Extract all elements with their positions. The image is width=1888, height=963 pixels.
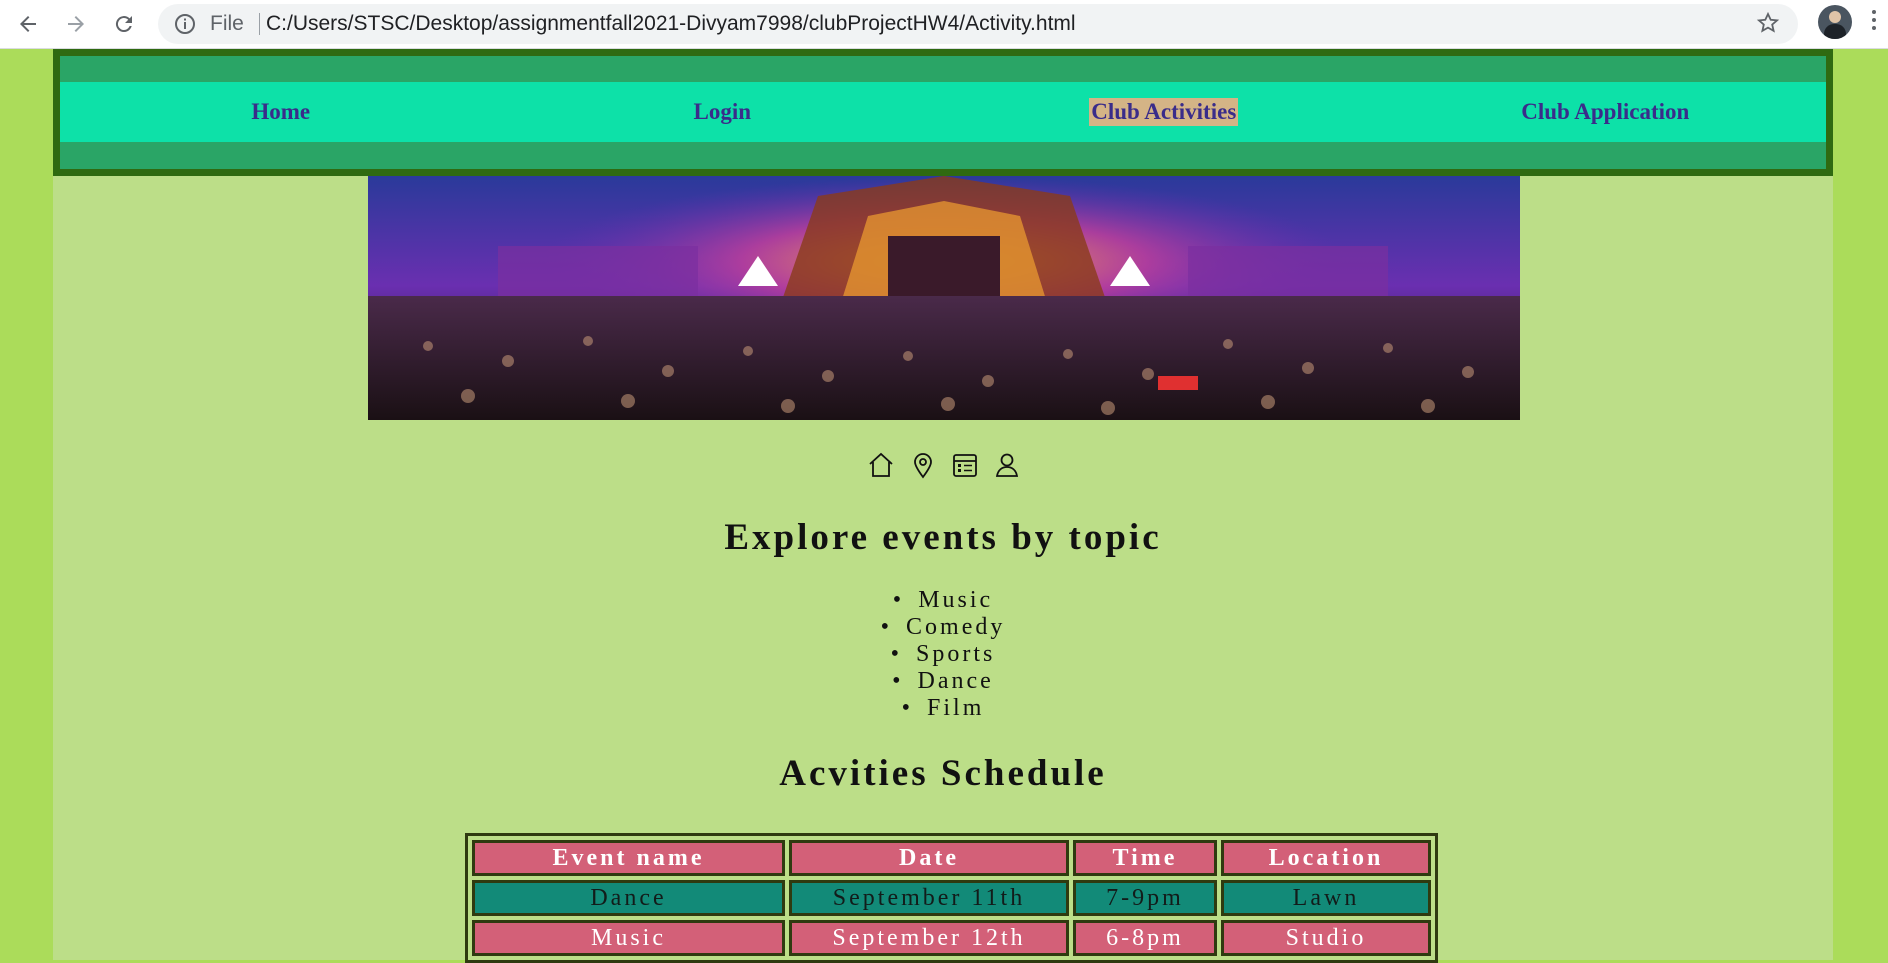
profile-avatar[interactable] — [1818, 5, 1852, 39]
site-header: Home Login Club Activities Club Applicat… — [53, 49, 1833, 176]
user-icon[interactable] — [992, 450, 1022, 480]
table-cell: Dance — [472, 880, 785, 916]
nav-login[interactable]: Login — [502, 82, 944, 142]
table-cell: Music — [472, 920, 785, 956]
table-cell: 6-8pm — [1073, 920, 1217, 956]
table-header-row: Event name Date Time Location — [472, 840, 1431, 876]
home-icon[interactable] — [866, 450, 896, 480]
topics-heading: Explore events by topic — [724, 517, 1162, 558]
bookmark-star-icon[interactable] — [1756, 11, 1780, 41]
table-cell: Studio — [1221, 920, 1431, 956]
browser-toolbar: File C:/Users/STSC/Desktop/assignmentfal… — [0, 0, 1888, 49]
address-bar[interactable]: File C:/Users/STSC/Desktop/assignmentfal… — [158, 4, 1798, 44]
nav-club-activities[interactable]: Club Activities — [943, 82, 1385, 142]
back-arrow-icon[interactable] — [10, 6, 46, 42]
table-cell: Lawn — [1221, 880, 1431, 916]
nav-club-application[interactable]: Club Application — [1385, 82, 1827, 142]
table-cell: September 12th — [789, 920, 1069, 956]
table-row: Dance September 11th 7-9pm Lawn — [472, 880, 1431, 916]
topic-sports: Sports — [53, 641, 1833, 668]
nav-home[interactable]: Home — [60, 82, 502, 142]
quick-icons — [866, 450, 1036, 482]
browser-menu-icon[interactable] — [1872, 10, 1878, 34]
topic-film: Film — [53, 695, 1833, 722]
topic-comedy: Comedy — [53, 614, 1833, 641]
divider — [259, 13, 260, 35]
reload-icon[interactable] — [106, 6, 142, 42]
column-header: Event name — [472, 840, 785, 876]
table-cell: 7-9pm — [1073, 880, 1217, 916]
table-row: Music September 12th 6-8pm Studio — [472, 920, 1431, 956]
table-cell: September 11th — [789, 880, 1069, 916]
url-text[interactable]: C:/Users/STSC/Desktop/assignmentfall2021… — [266, 12, 1076, 36]
main-nav: Home Login Club Activities Club Applicat… — [60, 82, 1826, 142]
schedule-heading: Acvities Schedule — [779, 753, 1107, 794]
topic-music: Music — [53, 587, 1833, 614]
concert-banner-image — [368, 176, 1520, 420]
column-header: Location — [1221, 840, 1431, 876]
activities-schedule-table: Event name Date Time Location Dance Sept… — [465, 833, 1438, 963]
page-content: Home Login Club Activities Club Applicat… — [53, 49, 1833, 963]
topics-list: Music Comedy Sports Dance Film — [53, 587, 1833, 722]
forward-arrow-icon[interactable] — [58, 6, 94, 42]
column-header: Date — [789, 840, 1069, 876]
calendar-icon[interactable] — [950, 450, 980, 480]
topic-dance: Dance — [53, 668, 1833, 695]
file-scheme-label: File — [210, 12, 244, 35]
column-header: Time — [1073, 840, 1217, 876]
location-pin-icon[interactable] — [908, 450, 938, 480]
info-icon[interactable] — [174, 13, 196, 41]
